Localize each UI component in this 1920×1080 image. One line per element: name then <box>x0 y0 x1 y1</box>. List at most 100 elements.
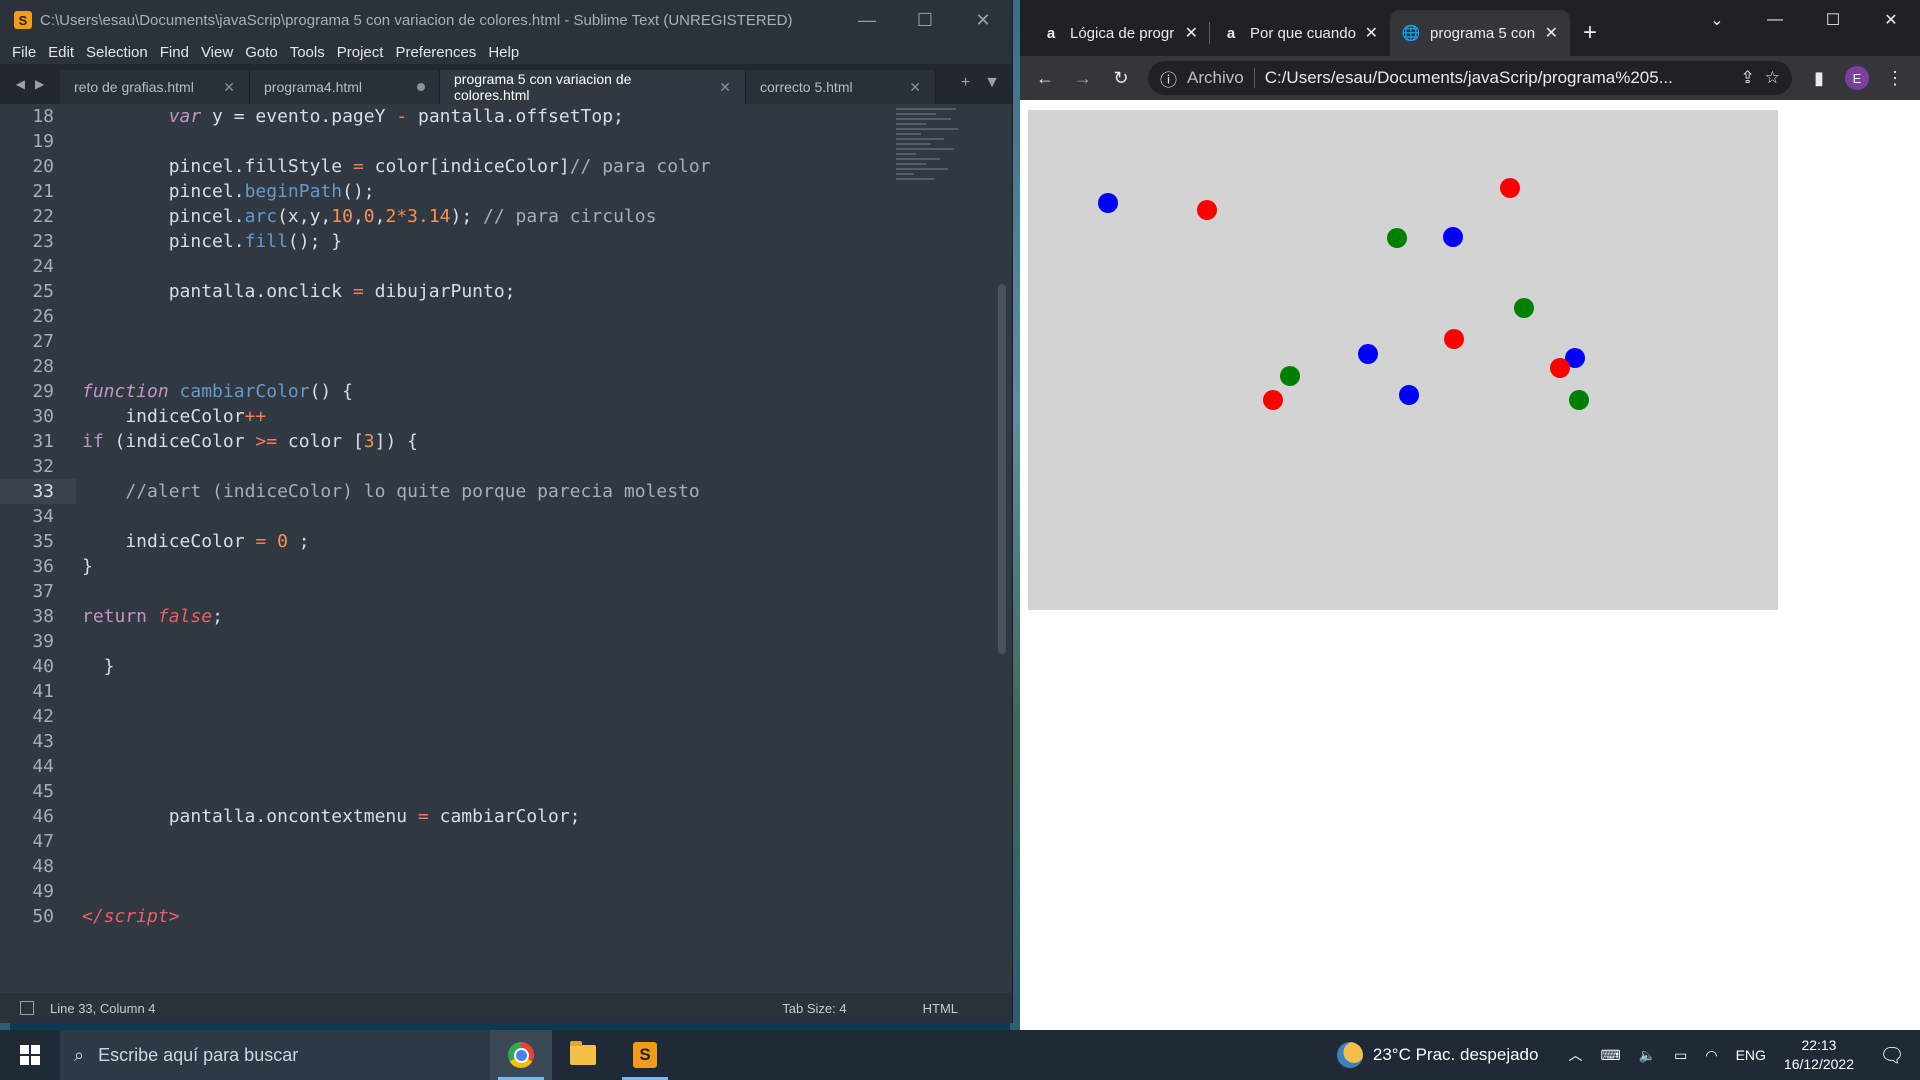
minimize-button[interactable]: — <box>838 0 896 40</box>
chrome-window: a Lógica de progr ✕ a Por que cuando ✕ 🌐… <box>1020 0 1920 1030</box>
taskbar-sublime[interactable]: S <box>614 1030 676 1080</box>
browser-tab-active[interactable]: 🌐 programa 5 con ✕ <box>1390 10 1570 56</box>
canvas-dot-blue <box>1399 385 1419 405</box>
network-adapter-icon[interactable]: ⌨ <box>1600 1047 1620 1064</box>
line-number: 25 <box>32 281 54 302</box>
info-icon[interactable]: ⓘ <box>1160 66 1177 91</box>
editor-tab[interactable]: programa4.html <box>250 70 440 104</box>
menu-find[interactable]: Find <box>154 44 195 61</box>
canvas-dot-blue <box>1443 227 1463 247</box>
close-icon[interactable]: ✕ <box>719 79 731 96</box>
menu-tools[interactable]: Tools <box>284 44 331 61</box>
close-icon[interactable]: ✕ <box>1545 23 1558 43</box>
panel-toggle-icon[interactable] <box>20 1001 34 1015</box>
system-tray: ︿ ⌨ 🔈 ▭ ◠ ENG <box>1568 1045 1765 1065</box>
canvas-dot-red <box>1197 200 1217 220</box>
line-number-gutter: 18 19 20 21 22 23 24 25 26 27 28 29 30 31 32 33 34 35 36 37… <box>0 104 76 984</box>
language-indicator[interactable]: ENG <box>1736 1047 1766 1063</box>
minimize-button[interactable]: — <box>1746 0 1804 40</box>
tab-list-icon[interactable]: ▼ <box>984 74 1000 92</box>
tab-next-icon[interactable]: ▶ <box>35 77 44 91</box>
line-number: 37 <box>32 581 54 602</box>
code-line: pincel.fill(); } <box>82 231 343 252</box>
code-line: var y = evento.pageY - pantalla.offsetTo… <box>168 106 624 127</box>
code-editor[interactable]: 18 19 20 21 22 23 24 25 26 27 28 29 30 31 32 33 34 35 36 37… <box>0 104 1012 984</box>
line-number: 40 <box>32 656 54 677</box>
minimap[interactable] <box>896 108 976 228</box>
menu-kebab-icon[interactable]: ⋮ <box>1878 61 1912 95</box>
editor-tab-label: programa4.html <box>264 79 363 95</box>
browser-tab-title: Por que cuando <box>1250 24 1356 42</box>
editor-tab[interactable]: reto de grafias.html ✕ <box>60 70 250 104</box>
address-url[interactable]: C:/Users/esau/Documents/javaScrip/progra… <box>1265 68 1731 88</box>
line-number: 38 <box>32 606 54 627</box>
unsaved-dot-icon[interactable] <box>417 83 425 91</box>
editor-tab[interactable]: correcto 5.html ✕ <box>746 70 936 104</box>
line-number: 20 <box>32 156 54 177</box>
new-tab-icon[interactable]: + <box>961 74 970 92</box>
line-number: 34 <box>32 506 54 527</box>
canvas-dot-red <box>1500 178 1520 198</box>
volume-icon[interactable]: 🔈 <box>1639 1047 1656 1064</box>
editor-tab-active[interactable]: programa 5 con variacion de colores.html… <box>440 70 746 104</box>
menu-selection[interactable]: Selection <box>80 44 154 61</box>
line-number: 46 <box>32 806 54 827</box>
canvas-surface[interactable] <box>1028 110 1778 610</box>
drawing-canvas[interactable] <box>1028 110 1778 610</box>
page-content <box>1020 100 1920 1030</box>
show-hidden-icons-chevron-icon[interactable]: ︿ <box>1568 1045 1582 1065</box>
taskbar-chrome[interactable] <box>490 1030 552 1080</box>
code-line: pincel.fillStyle = color[indiceColor]// … <box>82 156 711 177</box>
wifi-icon[interactable]: ◠ <box>1705 1047 1717 1064</box>
sublime-titlebar[interactable]: S C:\Users\esau\Documents\javaScrip\prog… <box>0 0 1012 40</box>
start-button[interactable] <box>0 1030 60 1080</box>
share-icon[interactable]: ⇪ <box>1741 68 1755 88</box>
taskbar-file-explorer[interactable] <box>552 1030 614 1080</box>
bookmark-star-icon[interactable]: ☆ <box>1765 68 1780 88</box>
cursor-position[interactable]: Line 33, Column 4 <box>50 1001 156 1016</box>
browser-tab[interactable]: a Lógica de progr ✕ <box>1030 10 1210 56</box>
menu-preferences[interactable]: Preferences <box>389 44 482 61</box>
code-line: return false; <box>82 606 223 627</box>
vertical-scrollbar[interactable] <box>998 284 1006 654</box>
clock[interactable]: 22:13 16/12/2022 <box>1784 1036 1854 1074</box>
close-button[interactable]: ✕ <box>954 0 1012 40</box>
maximize-button[interactable]: ☐ <box>896 0 954 40</box>
taskbar-search[interactable]: ⌕ Escribe aquí para buscar <box>60 1030 490 1080</box>
close-icon[interactable]: ✕ <box>909 79 921 96</box>
side-panel-icon[interactable]: ▮ <box>1802 61 1836 95</box>
alura-favicon-icon: a <box>1226 24 1236 42</box>
syntax-mode[interactable]: HTML <box>923 1001 958 1016</box>
new-tab-button[interactable]: + <box>1570 10 1610 56</box>
code-area[interactable]: var y = evento.pageY - pantalla.offsetTo… <box>82 104 992 984</box>
close-icon[interactable]: ✕ <box>1365 23 1378 43</box>
code-line: </script> <box>82 906 180 927</box>
notification-center-icon[interactable]: 🗨 <box>1874 1043 1910 1068</box>
close-icon[interactable]: ✕ <box>1185 23 1198 43</box>
canvas-dot-red <box>1263 390 1283 410</box>
menu-edit[interactable]: Edit <box>42 44 80 61</box>
maximize-button[interactable]: ☐ <box>1804 0 1862 40</box>
menu-file[interactable]: File <box>6 44 42 61</box>
close-button[interactable]: ✕ <box>1862 0 1920 40</box>
profile-button[interactable]: E <box>1840 61 1874 95</box>
back-button[interactable]: ← <box>1028 61 1062 95</box>
tab-prev-icon[interactable]: ◀ <box>16 77 25 91</box>
close-icon[interactable]: ✕ <box>223 79 235 96</box>
reload-button[interactable]: ↻ <box>1104 61 1138 95</box>
menu-goto[interactable]: Goto <box>239 44 284 61</box>
tab-search-icon[interactable]: ⌄ <box>1688 0 1746 40</box>
weather-widget[interactable]: 23°C Prac. despejado <box>1336 1042 1538 1068</box>
tab-size[interactable]: Tab Size: 4 <box>782 1001 846 1016</box>
menu-view[interactable]: View <box>195 44 239 61</box>
battery-icon[interactable]: ▭ <box>1674 1047 1687 1064</box>
menu-project[interactable]: Project <box>331 44 390 61</box>
forward-button[interactable]: → <box>1066 61 1100 95</box>
address-bar[interactable]: ⓘ Archivo C:/Users/esau/Documents/javaSc… <box>1148 61 1792 95</box>
browser-tab[interactable]: a Por que cuando ✕ <box>1210 10 1390 56</box>
editor-tab-bar: ◀ ▶ reto de grafias.html ✕ programa4.htm… <box>0 64 1012 104</box>
menu-help[interactable]: Help <box>482 44 525 61</box>
